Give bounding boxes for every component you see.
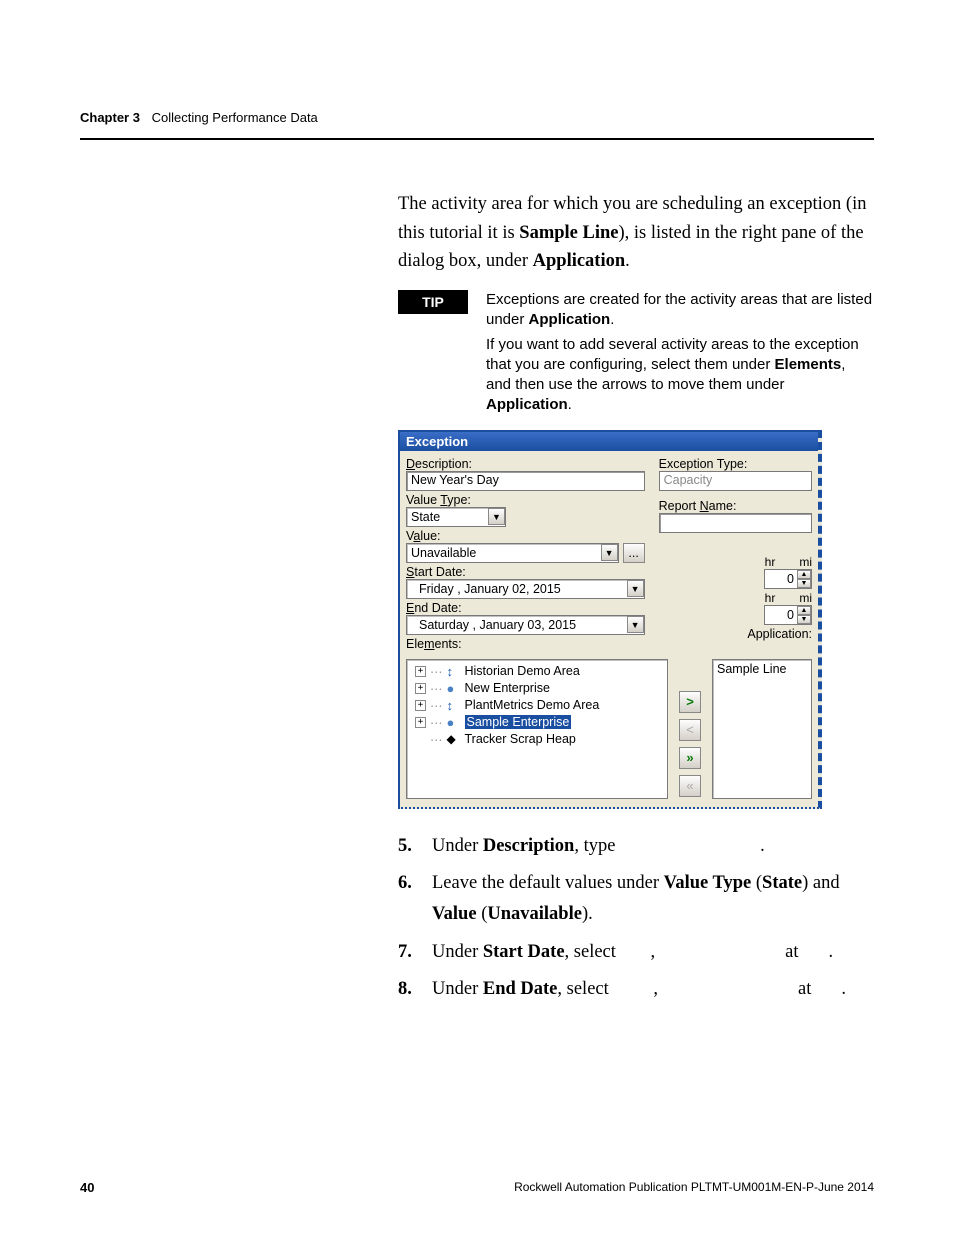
application-label: Application: (659, 627, 812, 641)
publication-info: Rockwell Automation Publication PLTMT-UM… (514, 1180, 874, 1195)
value-combo[interactable]: Unavailable ▼ (406, 543, 619, 563)
move-left-all-button[interactable]: « (679, 775, 701, 797)
dialog-title: Exception (400, 432, 818, 451)
globe-icon (447, 681, 461, 695)
hr-label: hr (765, 555, 776, 569)
tip-p1c: . (610, 311, 614, 328)
intro-paragraph: The activity area for which you are sche… (398, 190, 874, 276)
tip-block: TIP Exceptions are created for the activ… (398, 290, 874, 420)
end-hr-spinner[interactable]: 0 ▲▼ (764, 605, 812, 625)
start-date-label: Start Date: (406, 565, 645, 579)
application-list[interactable]: Sample Line (712, 659, 812, 799)
start-hr-value: 0 (765, 572, 797, 586)
tip-p2d: Application (486, 396, 568, 413)
mi-label: mi (799, 555, 812, 569)
chapter-title: Collecting Performance Data (152, 110, 318, 125)
end-date-value: Saturday , January 03, 2015 (407, 618, 627, 632)
page-number: 40 (80, 1180, 94, 1195)
recycle-icon (447, 732, 461, 746)
tree-node-label: Sample Enterprise (465, 715, 572, 729)
spin-down-icon[interactable]: ▼ (797, 579, 811, 588)
tree-node[interactable]: ⋯Tracker Scrap Heap (411, 731, 663, 748)
tip-badge: TIP (398, 290, 468, 314)
tree-node[interactable]: +⋯Historian Demo Area (411, 663, 663, 680)
spin-up-icon[interactable]: ▲ (797, 570, 811, 579)
value-type-combo[interactable]: State ▼ (406, 507, 506, 527)
tree-node[interactable]: +⋯New Enterprise (411, 680, 663, 697)
arrows-icon (447, 664, 461, 678)
tree-node-label: PlantMetrics Demo Area (465, 698, 600, 712)
globe2-icon (447, 715, 461, 729)
step-6: Leave the default values under Value Typ… (398, 868, 874, 931)
report-name-label: Report Name: (659, 499, 812, 513)
hr-label: hr (765, 591, 776, 605)
steps-list: Under Description, type . Leave the defa… (398, 831, 874, 1006)
value-value: Unavailable (407, 546, 601, 560)
start-date-picker[interactable]: Friday , January 02, 2015 ▼ (406, 579, 645, 599)
intro-text3: . (625, 251, 630, 271)
header-rule (80, 138, 874, 140)
end-date-label: End Date: (406, 601, 645, 615)
browse-button[interactable]: ... (623, 543, 645, 563)
dropdown-icon[interactable]: ▼ (601, 544, 618, 561)
elements-label: Elements: (406, 637, 645, 651)
chapter-label: Chapter 3 (80, 110, 140, 125)
description-label: Description: (406, 457, 645, 471)
expander-icon[interactable]: + (415, 666, 426, 677)
report-name-input[interactable] (659, 513, 812, 533)
tip-p2b: Elements (775, 356, 842, 373)
dropdown-icon[interactable]: ▼ (627, 580, 644, 597)
step-5: Under Description, type . (398, 831, 874, 862)
intro-application: Application (533, 251, 626, 271)
elements-tree[interactable]: +⋯Historian Demo Area+⋯New Enterprise+⋯P… (406, 659, 668, 799)
tree-node-label: New Enterprise (465, 681, 550, 695)
tree-node[interactable]: +⋯Sample Enterprise (411, 714, 663, 731)
expander-icon[interactable]: + (415, 683, 426, 694)
tip-text: Exceptions are created for the activity … (486, 290, 874, 420)
exception-type-field: Capacity (659, 471, 812, 491)
end-date-picker[interactable]: Saturday , January 03, 2015 ▼ (406, 615, 645, 635)
intro-sample-line: Sample Line (519, 223, 618, 243)
dropdown-icon[interactable]: ▼ (488, 508, 505, 525)
start-date-value: Friday , January 02, 2015 (407, 582, 627, 596)
page-footer: 40 Rockwell Automation Publication PLTMT… (80, 1180, 874, 1195)
description-input[interactable]: New Year's Day (406, 471, 645, 491)
page-header: Chapter 3 Collecting Performance Data (80, 110, 874, 125)
application-item: Sample Line (717, 662, 787, 676)
hr-mi-row-1: hr mi (659, 555, 812, 569)
move-right-button[interactable]: > (679, 691, 701, 713)
start-hr-spinner[interactable]: 0 ▲▼ (764, 569, 812, 589)
exception-dialog: Exception Description: New Year's Day Va… (398, 430, 822, 809)
step-7: Under Start Date, select ,at. (398, 937, 874, 968)
tree-node-label: Historian Demo Area (465, 664, 580, 678)
tree-node[interactable]: +⋯PlantMetrics Demo Area (411, 697, 663, 714)
value-type-value: State (407, 510, 488, 524)
step-8: Under End Date, select ,at. (398, 974, 874, 1005)
tip-p2e: . (568, 396, 572, 413)
hr-mi-row-2: hr mi (659, 591, 812, 605)
spin-up-icon[interactable]: ▲ (797, 606, 811, 615)
arrows-icon (447, 698, 461, 712)
value-label: Value: (406, 529, 645, 543)
move-buttons: > < » « (678, 689, 702, 799)
tree-node-label: Tracker Scrap Heap (465, 732, 576, 746)
spin-down-icon[interactable]: ▼ (797, 615, 811, 624)
dropdown-icon[interactable]: ▼ (627, 616, 644, 633)
exception-type-label: Exception Type: (659, 457, 812, 471)
mi-label: mi (799, 591, 812, 605)
tip-p1b: Application (529, 311, 611, 328)
value-type-label: Value Type: (406, 493, 645, 507)
move-right-all-button[interactable]: » (679, 747, 701, 769)
expander-icon[interactable]: + (415, 700, 426, 711)
move-left-button[interactable]: < (679, 719, 701, 741)
expander-icon[interactable]: + (415, 717, 426, 728)
end-hr-value: 0 (765, 608, 797, 622)
